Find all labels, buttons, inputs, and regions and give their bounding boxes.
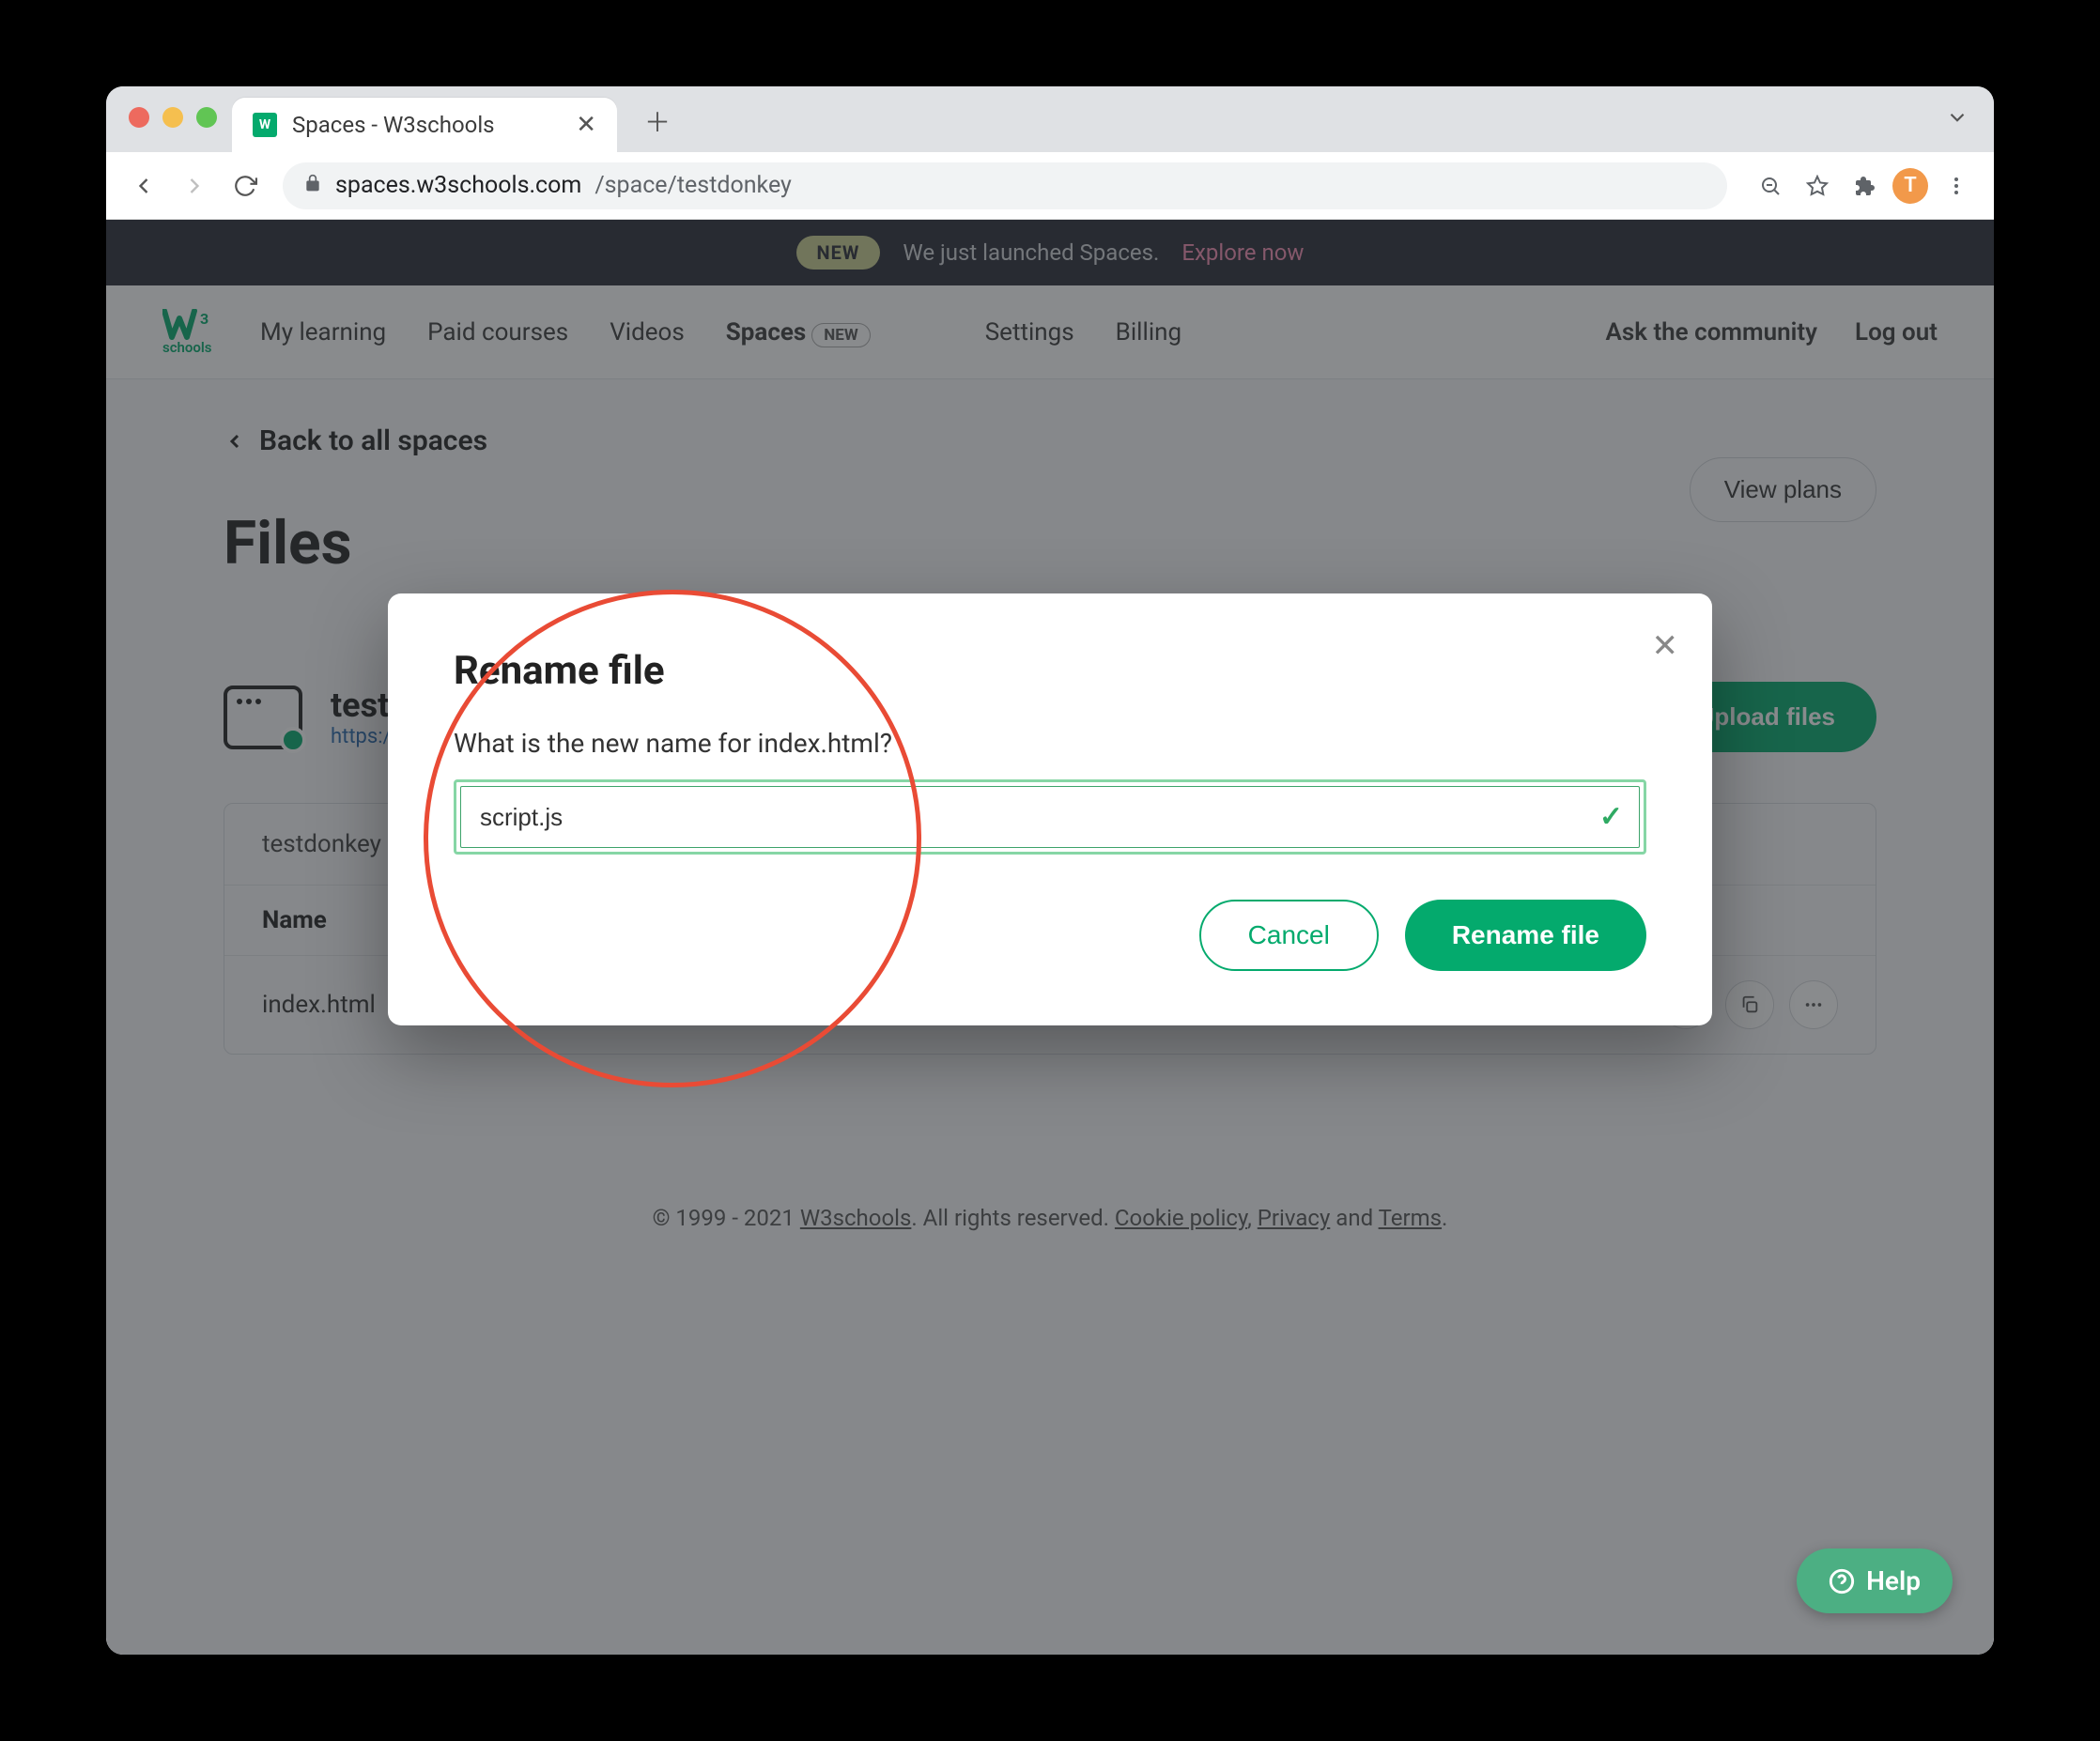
- help-widget[interactable]: Help: [1797, 1548, 1953, 1613]
- modal-question: What is the new name for index.html?: [454, 728, 1646, 759]
- address-bar: spaces.w3schools.com/space/testdonkey T: [106, 152, 1994, 220]
- modal-close-button[interactable]: ✕: [1652, 627, 1679, 665]
- nav-billing[interactable]: Billing: [1116, 318, 1181, 347]
- valid-check-icon: ✓: [1599, 801, 1623, 834]
- nav-paid-courses[interactable]: Paid courses: [427, 318, 568, 347]
- help-icon: [1829, 1568, 1855, 1595]
- page-title: Files: [224, 508, 351, 578]
- banner-text: We just launched Spaces.: [903, 239, 1159, 266]
- modal-title: Rename file: [454, 648, 1646, 694]
- profile-avatar[interactable]: T: [1892, 168, 1928, 204]
- logo-subtext: schools: [162, 339, 212, 356]
- tab-title: Spaces - W3schools: [292, 112, 561, 138]
- footer-terms-link[interactable]: Terms: [1379, 1205, 1442, 1231]
- rename-file-button[interactable]: Rename file: [1405, 900, 1646, 971]
- nav-my-learning[interactable]: My learning: [260, 318, 386, 347]
- new-tab-button[interactable]: ＋: [640, 103, 675, 139]
- rename-input[interactable]: [460, 786, 1640, 848]
- new-badge: NEW: [796, 236, 881, 270]
- footer-privacy-link[interactable]: Privacy: [1258, 1205, 1331, 1231]
- zoom-icon[interactable]: [1752, 167, 1789, 205]
- footer: © 1999 - 2021 W3schools. All rights rese…: [224, 1205, 1876, 1231]
- browser-tab[interactable]: W Spaces - W3schools ✕: [232, 98, 617, 152]
- minimize-window-button[interactable]: [162, 107, 183, 128]
- footer-brand-link[interactable]: W3schools: [800, 1205, 912, 1231]
- more-actions-button[interactable]: [1789, 980, 1838, 1029]
- kebab-menu-icon[interactable]: [1938, 167, 1975, 205]
- reload-button[interactable]: [226, 167, 264, 205]
- close-window-button[interactable]: [129, 107, 149, 128]
- nav-new-pill: NEW: [811, 323, 870, 347]
- w3-logo-icon: 3: [162, 309, 219, 341]
- announcement-banner: NEW We just launched Spaces. Explore now: [106, 220, 1994, 285]
- space-window-icon: [224, 686, 302, 749]
- cancel-button[interactable]: Cancel: [1199, 900, 1379, 971]
- window-controls: [129, 107, 217, 128]
- banner-link[interactable]: Explore now: [1181, 239, 1304, 266]
- logo[interactable]: 3 schools: [162, 309, 219, 356]
- url-path: /space/testdonkey: [594, 172, 792, 199]
- nav-videos[interactable]: Videos: [610, 318, 685, 347]
- chevron-left-icon: [224, 430, 246, 453]
- close-tab-icon[interactable]: ✕: [576, 111, 596, 139]
- view-plans-button[interactable]: View plans: [1690, 457, 1876, 522]
- nav-back-button[interactable]: [125, 167, 162, 205]
- url-domain: spaces.w3schools.com: [335, 172, 581, 199]
- browser-window: W Spaces - W3schools ✕ ＋ spaces.w3school…: [106, 86, 1994, 1655]
- footer-cookie-link[interactable]: Cookie policy: [1115, 1205, 1247, 1231]
- omnibox[interactable]: spaces.w3schools.com/space/testdonkey: [283, 162, 1727, 209]
- rename-input-wrapper: ✓: [454, 779, 1646, 855]
- back-link[interactable]: Back to all spaces: [224, 424, 1876, 457]
- favicon-icon: W: [253, 113, 277, 137]
- top-nav: 3 schools My learning Paid courses Video…: [106, 285, 1994, 379]
- rename-modal: ✕ Rename file What is the new name for i…: [388, 593, 1712, 1025]
- nav-forward-button[interactable]: [176, 167, 213, 205]
- bookmark-star-icon[interactable]: [1799, 167, 1836, 205]
- browser-tabbar: W Spaces - W3schools ✕ ＋: [106, 86, 1994, 152]
- lock-icon: [303, 172, 322, 199]
- copy-file-button[interactable]: [1725, 980, 1774, 1029]
- extensions-icon[interactable]: [1845, 167, 1883, 205]
- svg-text:3: 3: [200, 310, 208, 328]
- tab-overflow-icon[interactable]: [1945, 105, 1969, 136]
- maximize-window-button[interactable]: [196, 107, 217, 128]
- nav-settings[interactable]: Settings: [985, 318, 1074, 347]
- nav-spaces[interactable]: SpacesNEW: [726, 318, 871, 347]
- nav-logout[interactable]: Log out: [1855, 318, 1938, 347]
- nav-community[interactable]: Ask the community: [1606, 318, 1817, 347]
